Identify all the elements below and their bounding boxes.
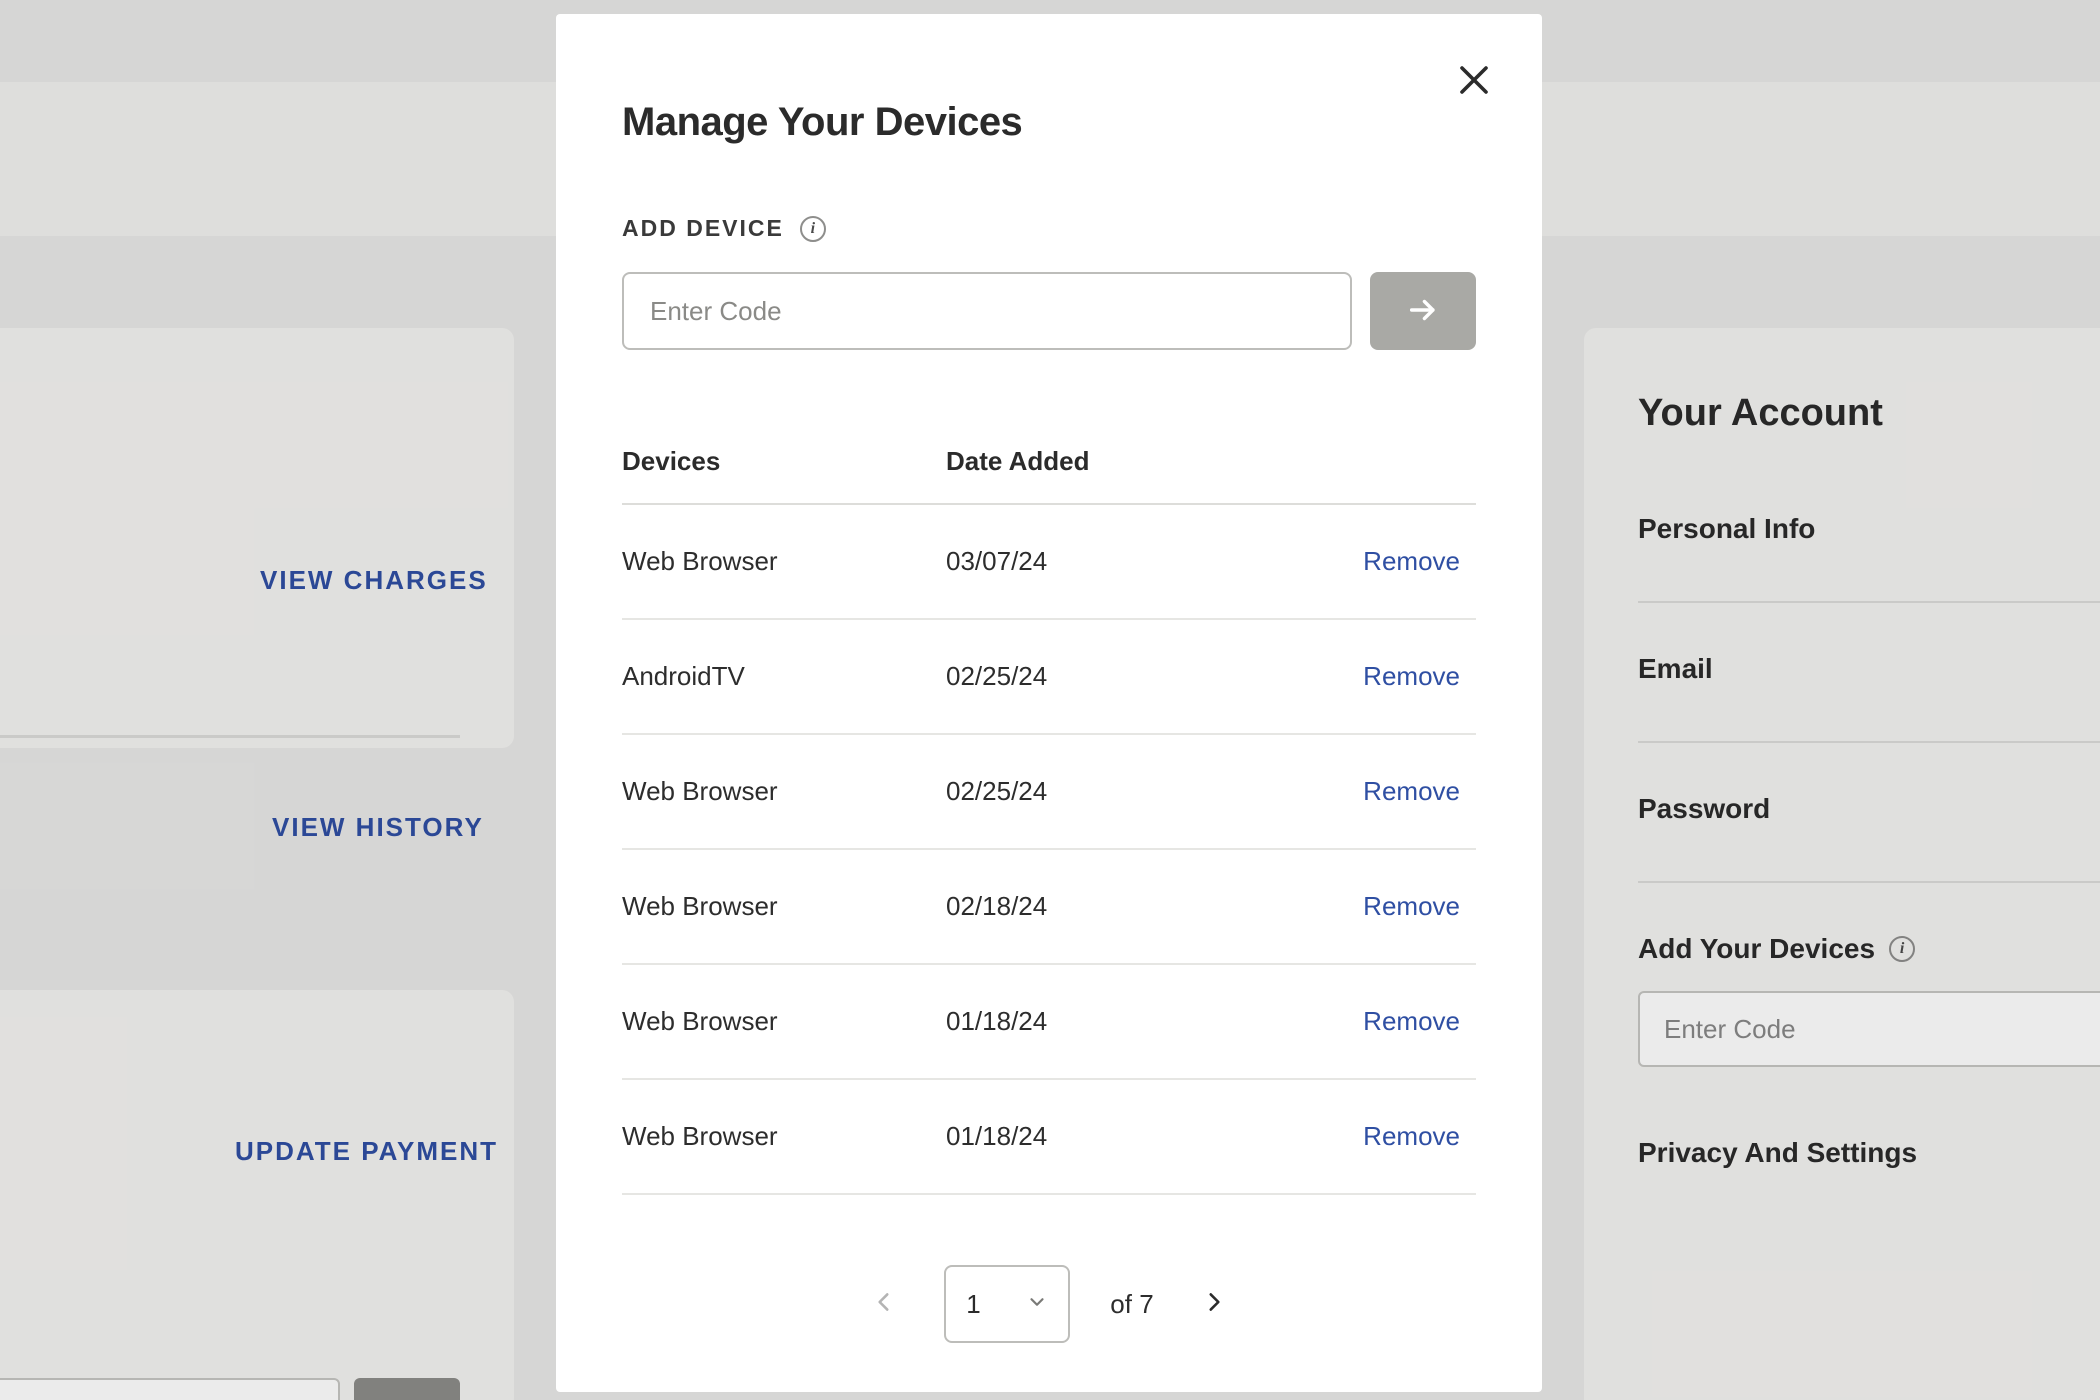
add-device-label: ADD DEVICE	[622, 215, 784, 242]
device-date-added: 01/18/24	[946, 1006, 1270, 1037]
pagination: 1 of 7	[622, 1265, 1476, 1343]
remove-device-link[interactable]: Remove	[1363, 661, 1476, 692]
page-current: 1	[966, 1289, 980, 1320]
close-icon	[1456, 62, 1492, 103]
arrow-right-icon	[1406, 293, 1440, 330]
device-name: Web Browser	[622, 891, 946, 922]
page-select[interactable]: 1	[944, 1265, 1070, 1343]
chevron-down-icon	[1026, 1289, 1048, 1320]
device-date-added: 02/25/24	[946, 776, 1270, 807]
device-name: Web Browser	[622, 546, 946, 577]
device-name: AndroidTV	[622, 661, 946, 692]
page-total: 7	[1139, 1289, 1153, 1319]
page-next-button[interactable]	[1194, 1284, 1234, 1324]
table-row: AndroidTV02/25/24 Remove	[622, 620, 1476, 735]
table-row: Web Browser01/18/24 Remove	[622, 1080, 1476, 1195]
page-prev-button[interactable]	[864, 1284, 904, 1324]
header-date-added: Date Added	[946, 446, 1270, 477]
manage-devices-modal: Manage Your Devices ADD DEVICE i Devices…	[556, 14, 1542, 1392]
remove-device-link[interactable]: Remove	[1363, 1121, 1476, 1152]
chevron-left-icon	[871, 1289, 897, 1320]
remove-device-link[interactable]: Remove	[1363, 546, 1476, 577]
info-icon[interactable]: i	[800, 216, 826, 242]
page-of-total: of 7	[1110, 1289, 1153, 1320]
device-name: Web Browser	[622, 776, 946, 807]
chevron-right-icon	[1201, 1289, 1227, 1320]
table-row: Web Browser03/07/24 Remove	[622, 505, 1476, 620]
page-of-label: of	[1110, 1289, 1132, 1319]
devices-table: Devices Date Added Web Browser03/07/24Re…	[622, 446, 1476, 1195]
enter-code-input[interactable]	[622, 272, 1352, 350]
device-date-added: 03/07/24	[946, 546, 1270, 577]
modal-title: Manage Your Devices	[622, 100, 1476, 145]
remove-device-link[interactable]: Remove	[1363, 891, 1476, 922]
device-date-added: 02/25/24	[946, 661, 1270, 692]
remove-device-link[interactable]: Remove	[1363, 1006, 1476, 1037]
device-name: Web Browser	[622, 1006, 946, 1037]
device-date-added: 02/18/24	[946, 891, 1270, 922]
table-row: Web Browser02/18/24 Remove	[622, 850, 1476, 965]
submit-code-button[interactable]	[1370, 272, 1476, 350]
remove-device-link[interactable]: Remove	[1363, 776, 1476, 807]
table-row: Web Browser01/18/24 Remove	[622, 965, 1476, 1080]
device-date-added: 01/18/24	[946, 1121, 1270, 1152]
table-header-row: Devices Date Added	[622, 446, 1476, 505]
close-button[interactable]	[1446, 54, 1502, 110]
header-devices: Devices	[622, 446, 946, 477]
table-row: Web Browser02/25/24 Remove	[622, 735, 1476, 850]
device-name: Web Browser	[622, 1121, 946, 1152]
